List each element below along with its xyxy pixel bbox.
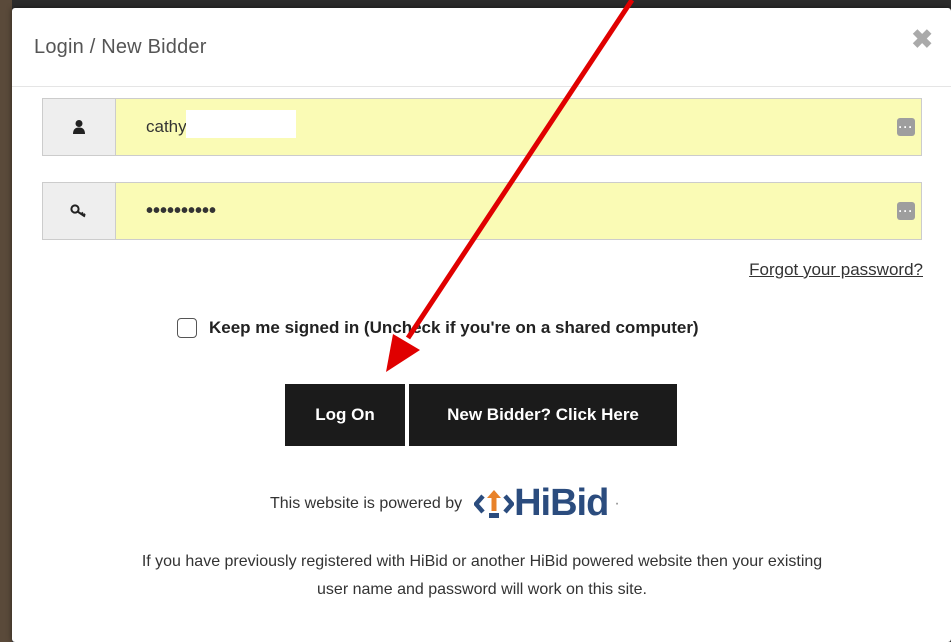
key-icon [43,183,116,239]
modal-title: Login / New Bidder [34,36,207,58]
keep-signed-in-checkbox[interactable] [177,318,197,338]
info-text: If you have previously registered with H… [32,548,932,604]
forgot-password-link[interactable]: Forgot your password? [749,260,923,280]
background-page-edge [0,0,12,642]
user-icon [43,99,116,155]
log-on-button[interactable]: Log On [285,384,405,446]
brand-dot: · [614,494,620,512]
password-group: ··· [42,182,922,240]
info-line-2: user name and password will work on this… [317,581,647,598]
autofill-icon[interactable]: ··· [897,118,915,136]
info-line-1: If you have previously registered with H… [141,553,823,570]
powered-by-text: This website is powered by [270,494,463,512]
hibid-brand: HiBid [514,482,609,524]
new-bidder-button[interactable]: New Bidder? Click Here [409,384,677,446]
close-icon[interactable]: ✖ [911,26,933,52]
modal-header: Login / New Bidder ✖ [12,8,951,87]
keep-signed-in-label: Keep me signed in (Uncheck if you're on … [209,318,699,337]
redaction-box [186,110,296,138]
powered-by: This website is powered by HiBid · [270,482,620,525]
password-field[interactable] [116,183,921,239]
keep-signed-in[interactable]: Keep me signed in (Uncheck if you're on … [177,318,699,338]
autofill-icon[interactable]: ··· [897,202,915,220]
login-modal: Login / New Bidder ✖ ··· ··· Forgot your… [12,8,951,642]
hibid-logo[interactable]: HiBid · [474,482,620,525]
hibid-logo-icon [474,489,515,518]
username-group: ··· [42,98,922,156]
